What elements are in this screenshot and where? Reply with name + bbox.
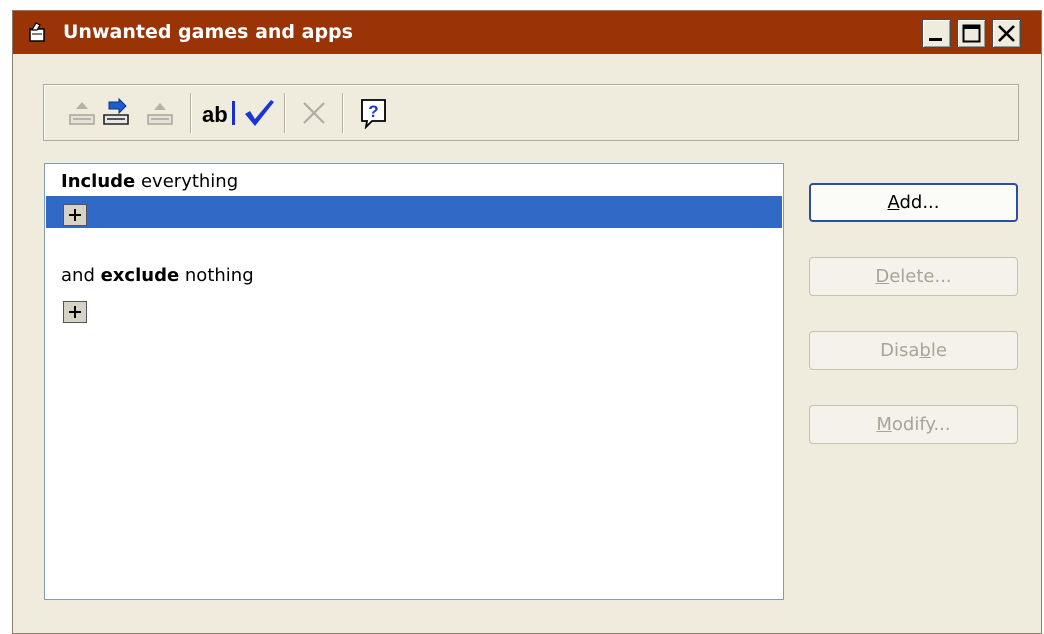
toolbar-separator <box>190 93 192 133</box>
add-button-accel: A <box>887 192 900 213</box>
move-up-button[interactable] <box>66 97 98 129</box>
maximize-icon <box>962 24 981 43</box>
maximize-button[interactable] <box>957 19 986 48</box>
app-icon <box>29 22 45 42</box>
help-button[interactable]: ? <box>358 97 390 129</box>
move-top-icon <box>147 103 173 125</box>
toolbar: ab ? <box>43 84 1019 141</box>
toolbar-separator <box>284 93 286 133</box>
exclude-rule-text[interactable]: and exclude nothing <box>61 265 254 286</box>
exclude-keyword: exclude <box>100 265 180 286</box>
disable-button-pre: Disa <box>880 340 920 361</box>
close-button[interactable] <box>992 19 1021 48</box>
delete-button[interactable]: Delete... <box>809 257 1018 296</box>
close-icon <box>998 25 1015 42</box>
move-down-icon <box>103 97 129 125</box>
checkmark-icon <box>245 100 274 126</box>
add-button-post: dd... <box>899 192 940 213</box>
expand-include-icon[interactable] <box>63 204 87 226</box>
delete-x-icon <box>303 102 325 124</box>
delete-button-post: elete... <box>889 266 952 287</box>
include-rule-text[interactable]: Include everything <box>61 171 238 192</box>
enable-button[interactable] <box>242 97 274 129</box>
toolbar-separator <box>342 93 344 133</box>
rules-list[interactable]: Include everything and exclude nothing <box>44 163 784 600</box>
selected-row[interactable] <box>46 196 782 228</box>
move-up-icon <box>69 102 95 125</box>
modify-button-accel: M <box>876 414 892 435</box>
include-keyword: Include <box>61 171 136 192</box>
help-icon: ? <box>361 99 386 129</box>
move-down-button[interactable] <box>100 97 132 129</box>
minimize-icon <box>929 38 942 41</box>
rename-icon[interactable]: ab <box>202 102 228 128</box>
delete-button-accel: D <box>875 266 890 287</box>
disable-button-accel: b <box>919 340 931 361</box>
remove-button[interactable] <box>298 97 330 129</box>
exclude-rest: nothing <box>179 265 254 286</box>
title-bar[interactable]: Unwanted games and apps <box>13 11 1041 54</box>
add-button[interactable]: Add... <box>809 183 1018 222</box>
text-caret-icon <box>232 101 235 125</box>
expand-exclude-icon[interactable] <box>63 301 87 323</box>
minimize-button[interactable] <box>922 19 951 48</box>
move-top-button[interactable] <box>144 97 176 129</box>
modify-button-post: odify... <box>891 414 951 435</box>
dialog-window: Unwanted games and apps ab ? Include eve… <box>12 10 1042 634</box>
disable-button[interactable]: Disable <box>809 331 1018 370</box>
window-title: Unwanted games and apps <box>63 21 353 43</box>
exclude-lead: and <box>61 265 101 286</box>
include-rest: everything <box>135 171 239 192</box>
svg-text:?: ? <box>368 102 378 121</box>
modify-button[interactable]: Modify... <box>809 405 1018 444</box>
disable-button-post: le <box>930 340 947 361</box>
